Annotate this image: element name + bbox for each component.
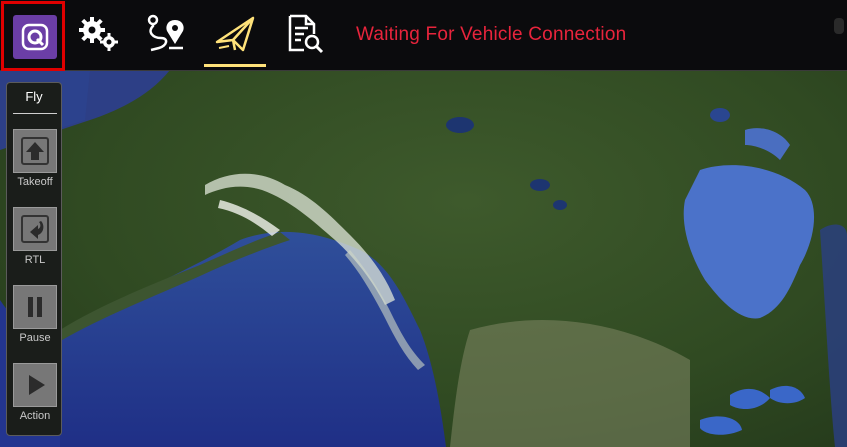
pause-label: Pause <box>19 332 51 344</box>
fly-button[interactable] <box>202 4 268 64</box>
analyze-button[interactable] <box>276 4 332 64</box>
tool-strip-title: Fly <box>25 89 43 104</box>
takeoff-label: Takeoff <box>17 176 53 188</box>
document-search-icon <box>288 14 324 54</box>
vehicle-connection-status: Waiting For Vehicle Connection <box>356 24 627 45</box>
route-waypoint-icon <box>147 14 184 52</box>
gears-icon <box>79 17 118 51</box>
qgc-logo-icon <box>13 15 57 59</box>
tool-strip-divider <box>13 113 57 114</box>
action-label: Action <box>19 410 51 422</box>
pause-icon <box>13 285 57 329</box>
paper-plane-icon <box>215 16 255 52</box>
play-icon <box>13 363 57 407</box>
pause-button[interactable]: Pause <box>12 285 58 344</box>
return-arrow-icon <box>13 207 57 251</box>
settings-button[interactable] <box>72 4 126 64</box>
rtl-label: RTL <box>24 254 46 266</box>
takeoff-button[interactable]: Takeoff <box>12 129 58 188</box>
rtl-button[interactable]: RTL <box>12 207 58 266</box>
app-menu-button[interactable] <box>0 0 70 74</box>
action-button[interactable]: Action <box>12 363 58 422</box>
plan-button[interactable] <box>138 4 194 64</box>
toolbar-scroll-handle <box>834 18 844 34</box>
main-toolbar: Waiting For Vehicle Connection <box>0 0 847 71</box>
active-tab-indicator <box>204 64 266 67</box>
takeoff-arrow-icon <box>13 129 57 173</box>
fly-tool-strip: Fly Takeoff RTL Pause Action <box>6 82 62 436</box>
